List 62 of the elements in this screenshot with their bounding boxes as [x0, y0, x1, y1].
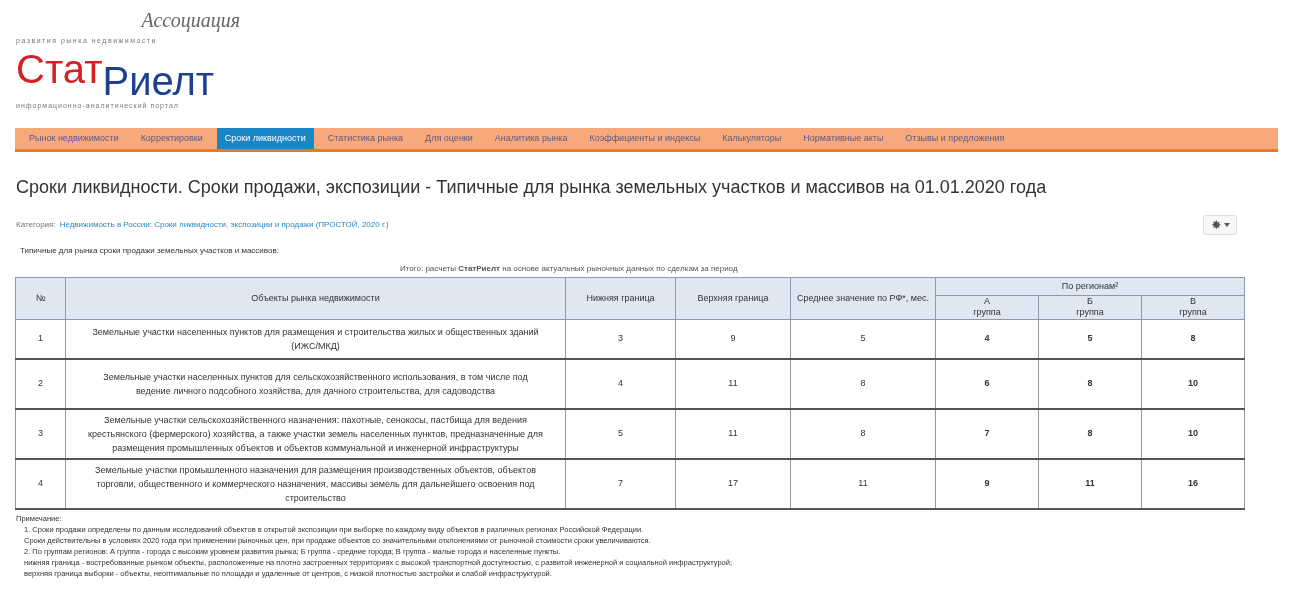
nav-tab[interactable]: Сроки ликвидности — [216, 128, 314, 149]
table-cell: 16 — [1141, 459, 1245, 509]
table-cell: 17 — [675, 459, 791, 509]
table-cell: 11 — [790, 459, 936, 509]
nav-tab[interactable]: Для оценки — [417, 128, 481, 149]
column-header: Нижняя граница — [565, 277, 676, 319]
table-cell: Земельные участки населенных пунктов для размещения и строительства жилых и общественных зданий (ИЖС/МКД) — [65, 319, 566, 359]
category-label: Категория: — [16, 219, 56, 231]
table-cell: 5 — [790, 319, 936, 359]
table-cell: 10 — [1141, 359, 1245, 409]
nav-tab[interactable]: Коэффициенты и индексы — [581, 128, 709, 149]
table-cell: 5 — [1038, 319, 1142, 359]
table-cell: 5 — [565, 409, 676, 459]
category-link[interactable]: Недвижимость в России: Сроки ликвидности, экспозиции и продажи (ПРОСТОЙ, 2020 г.) — [59, 219, 389, 231]
table-cell: 7 — [935, 409, 1039, 459]
table-cell: 4 — [15, 459, 66, 509]
logo-text: Риелт — [102, 60, 215, 101]
table-subtitle: Типичные для рынка сроки продажи земельных участков и массивов: — [20, 245, 280, 257]
column-header: Среднее значение по РФ*, мес. — [790, 277, 936, 319]
caret-icon — [1224, 223, 1230, 227]
column-header: Б группа — [1038, 295, 1142, 319]
table-cell: 1 — [15, 319, 66, 359]
column-header: По регионам² — [935, 277, 1245, 296]
nav-tab[interactable]: Калькуляторы — [714, 128, 790, 149]
nav-tab[interactable]: Аналитика рынка — [486, 128, 576, 149]
table-cell: Земельные участки промышленного назначения для размещения производственных объектов, объектов торговли, общественного и коммерческого назначения, массивы земель для дальнейшего освоения под строительство — [65, 459, 566, 509]
page-title: Сроки ликвидности. Сроки продажи, экспозиции - Типичные для рынка земельных участков и массивов на 01.01.2020 года — [16, 176, 1048, 199]
table-caption: Итого: расчеты СтатРиелт на основе актуальных рыночных данных по сделкам за период — [400, 263, 739, 275]
settings-button[interactable] — [1203, 215, 1237, 235]
table-cell: 6 — [935, 359, 1039, 409]
nav-tab[interactable]: Нормативные акты — [795, 128, 892, 149]
table-cell: 8 — [1038, 359, 1142, 409]
logo-text: Стат — [16, 48, 103, 89]
table-cell: 11 — [1038, 459, 1142, 509]
table-cell: 11 — [675, 409, 791, 459]
settings-icon — [1210, 219, 1222, 231]
table-cell: 3 — [15, 409, 66, 459]
table-cell: 2 — [15, 359, 66, 409]
nav-tab[interactable]: Рынок недвижимости — [21, 128, 127, 149]
nav-tab[interactable]: Корректировки — [132, 128, 211, 149]
nav-tab[interactable]: Статистика рынка — [319, 128, 412, 149]
association-label: Ассоциация — [141, 10, 241, 30]
column-header: № — [15, 277, 66, 319]
table-cell: 8 — [1038, 409, 1142, 459]
column-header: В группа — [1141, 295, 1245, 319]
table-cell: 4 — [565, 359, 676, 409]
table-cell: 4 — [935, 319, 1039, 359]
table-cell: 7 — [565, 459, 676, 509]
column-header: Верхняя граница — [675, 277, 791, 319]
table-cell: 10 — [1141, 409, 1245, 459]
table-cell: 11 — [675, 359, 791, 409]
table-cell: 9 — [935, 459, 1039, 509]
nav-tab[interactable]: Отзывы и предложения — [897, 128, 1013, 149]
table-cell: Земельные участки сельскохозяйственного назначения: пахотные, сенокосы, пастбища для ведения крестьянского (фермерского) хозяйства, а также участки земель населенных пунктов, предназначенные для размещения промышленных объектов и объектов коммунальной и инженерной инфраструктуры — [65, 409, 566, 459]
column-header: А группа — [935, 295, 1039, 319]
table-cell: 9 — [675, 319, 791, 359]
table-cell: 8 — [1141, 319, 1245, 359]
column-header: Объекты рынка недвижимости — [65, 277, 566, 319]
table-cell: 8 — [790, 359, 936, 409]
table-cell: Земельные участки населенных пунктов для сельскохозяйственного использования, в том числе под ведение личного подсобного хозяйства, для дачного строительства, для садоводства — [65, 359, 566, 409]
table-cell: 8 — [790, 409, 936, 459]
table-cell: 3 — [565, 319, 676, 359]
